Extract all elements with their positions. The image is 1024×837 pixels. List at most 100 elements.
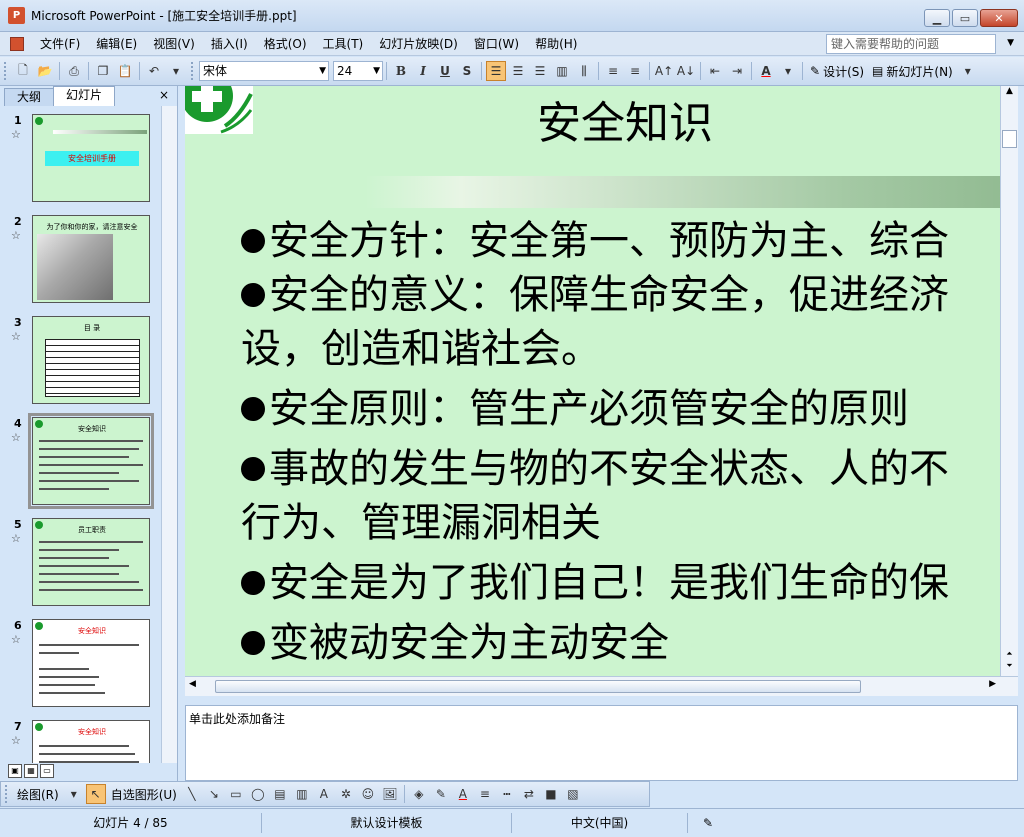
- bullets-icon[interactable]: ≡: [625, 61, 645, 81]
- autoshapes-menu[interactable]: 自选图形(U): [107, 786, 181, 803]
- thumbnail-scrollbar[interactable]: [161, 106, 177, 763]
- align-center-icon[interactable]: ☰: [508, 61, 528, 81]
- vertical-text-icon[interactable]: ⫼: [574, 61, 594, 81]
- slide-vertical-scrollbar[interactable]: ▲ ⏶ ⏷: [1000, 86, 1018, 676]
- rectangle-tool-icon[interactable]: ▭: [226, 784, 246, 804]
- maximize-button[interactable]: ▭: [952, 9, 978, 27]
- print-icon[interactable]: ⎙: [64, 61, 84, 81]
- undo-dropdown-icon[interactable]: ▾: [166, 61, 186, 81]
- decrease-indent-icon[interactable]: ⇤: [705, 61, 725, 81]
- tab-slides[interactable]: 幻灯片: [53, 86, 116, 106]
- clipart-icon[interactable]: ☺: [358, 784, 378, 804]
- line-color-icon[interactable]: ✎: [431, 784, 451, 804]
- draw-dropdown-icon[interactable]: ▾: [64, 784, 84, 804]
- menu-slideshow[interactable]: 幻灯片放映(D): [371, 34, 466, 54]
- notes-pane[interactable]: 单击此处添加备注: [185, 705, 1018, 781]
- arrow-tool-icon[interactable]: ↘: [204, 784, 224, 804]
- scroll-thumb[interactable]: [1002, 130, 1017, 148]
- increase-indent-icon[interactable]: ⇥: [727, 61, 747, 81]
- scroll-up-icon[interactable]: ▲: [1002, 86, 1017, 102]
- help-search-input[interactable]: 键入需要帮助的问题: [826, 34, 996, 54]
- new-slide-button[interactable]: ▤ 新幻灯片(N): [868, 63, 957, 80]
- toolbar-grip[interactable]: [191, 62, 195, 80]
- distribute-icon[interactable]: ▥: [552, 61, 572, 81]
- prev-next-slide-icon[interactable]: ⏶ ⏷: [1002, 648, 1017, 674]
- thumbnail-1[interactable]: 1 ☆ 安全培训手册: [0, 114, 162, 214]
- design-template[interactable]: 默认设计模板: [262, 813, 512, 833]
- line-tool-icon[interactable]: ╲: [182, 784, 202, 804]
- toolbar-options-icon[interactable]: ▾: [958, 61, 978, 81]
- 3d-style-icon[interactable]: ▧: [563, 784, 583, 804]
- thumbnail-4[interactable]: 4 ☆ 安全知识: [0, 413, 162, 517]
- thumbnail-5[interactable]: 5 ☆ 员工职责: [0, 518, 162, 618]
- scroll-right-icon[interactable]: ▶: [989, 679, 996, 689]
- tab-outline[interactable]: 大纲: [4, 88, 55, 106]
- menu-insert[interactable]: 插入(I): [203, 34, 256, 54]
- bullet-text: 安全是为了我们自己！是我们生命的保: [269, 560, 949, 606]
- menu-window[interactable]: 窗口(W): [466, 34, 527, 54]
- paste-icon[interactable]: 📋: [115, 61, 135, 81]
- scroll-left-icon[interactable]: ◀: [189, 679, 196, 689]
- thumbnail-3[interactable]: 3 ☆ 目 录: [0, 316, 162, 416]
- design-button[interactable]: ✎ 设计(S): [806, 63, 868, 80]
- spelling-icon[interactable]: ✎: [688, 813, 728, 833]
- slideshow-icon[interactable]: ▭: [40, 764, 54, 778]
- underline-button[interactable]: U: [435, 61, 455, 81]
- menu-edit[interactable]: 编辑(E): [88, 34, 145, 54]
- horizontal-scroll-thumb[interactable]: [215, 680, 861, 693]
- open-icon[interactable]: 📂: [35, 61, 55, 81]
- diagram-icon[interactable]: ✲: [336, 784, 356, 804]
- bold-button[interactable]: B: [391, 61, 411, 81]
- font-name-select[interactable]: 宋体 ▼: [199, 61, 329, 81]
- menu-view[interactable]: 视图(V): [145, 34, 203, 54]
- oval-tool-icon[interactable]: ◯: [248, 784, 268, 804]
- arrow-style-icon[interactable]: ⇄: [519, 784, 539, 804]
- toolbar-grip[interactable]: [5, 785, 9, 803]
- numbering-icon[interactable]: ≡: [603, 61, 623, 81]
- font-color-dropdown-icon[interactable]: ▾: [778, 61, 798, 81]
- copy-icon[interactable]: ❐: [93, 61, 113, 81]
- new-document-icon[interactable]: 🗋: [13, 61, 33, 81]
- thumbnail-2[interactable]: 2 ☆ 为了你和你的家，请注意安全: [0, 215, 162, 315]
- undo-icon[interactable]: ↶: [144, 61, 164, 81]
- vertical-textbox-icon[interactable]: ▥: [292, 784, 312, 804]
- menu-file[interactable]: 文件(F): [32, 34, 88, 54]
- slide-canvas[interactable]: 安全知识 安全方针：安全第一、预防为主、综合 安全的意义：保障生命安全，促进经济…: [185, 86, 1000, 676]
- increase-font-icon[interactable]: A↑: [654, 61, 674, 81]
- toolbar-grip[interactable]: [4, 62, 8, 80]
- shadow-button[interactable]: S: [457, 61, 477, 81]
- menu-help[interactable]: 帮助(H): [527, 34, 585, 54]
- align-right-icon[interactable]: ☰: [530, 61, 550, 81]
- menu-format[interactable]: 格式(O): [256, 34, 315, 54]
- slide-horizontal-scrollbar[interactable]: ◀ ▶: [185, 676, 1018, 696]
- thumbnail-6[interactable]: 6 ☆ 安全知识: [0, 619, 162, 719]
- slide-body-text[interactable]: 安全方针：安全第一、预防为主、综合 安全的意义：保障生命安全，促进经济 设，创造…: [241, 214, 1000, 670]
- picture-icon[interactable]: 🖼: [380, 784, 400, 804]
- wordart-icon[interactable]: A: [314, 784, 334, 804]
- decrease-font-icon[interactable]: A↓: [676, 61, 696, 81]
- font-color-icon[interactable]: A: [453, 784, 473, 804]
- menu-tools[interactable]: 工具(T): [315, 34, 372, 54]
- font-size-select[interactable]: 24 ▼: [333, 61, 383, 81]
- align-left-icon[interactable]: ☰: [486, 61, 506, 81]
- select-pointer-icon[interactable]: ↖: [85, 784, 106, 804]
- normal-view-icon[interactable]: ▣: [8, 764, 22, 778]
- textbox-tool-icon[interactable]: ▤: [270, 784, 290, 804]
- powerpoint-app-icon[interactable]: P: [8, 7, 25, 24]
- slide-sorter-icon[interactable]: ▦: [24, 764, 38, 778]
- dash-style-icon[interactable]: ┅: [497, 784, 517, 804]
- close-button[interactable]: ✕: [980, 9, 1018, 27]
- slide-title[interactable]: 安全知识: [385, 94, 865, 154]
- line-style-icon[interactable]: ≡: [475, 784, 495, 804]
- draw-menu[interactable]: 绘图(R): [13, 786, 63, 803]
- fill-color-icon[interactable]: ◈: [409, 784, 429, 804]
- italic-button[interactable]: I: [413, 61, 433, 81]
- close-icon[interactable]: ×: [159, 88, 169, 102]
- minimize-button[interactable]: ▁: [924, 9, 950, 27]
- thumbnail-7[interactable]: 7 ☆ 安全知识: [0, 720, 162, 763]
- thumbnail-list[interactable]: 1 ☆ 安全培训手册 2 ☆ 为了你和你的家，请注意安全 3 ☆ 目 录 4 ☆…: [0, 106, 162, 763]
- help-dropdown-icon[interactable]: ▼: [1007, 38, 1014, 48]
- shadow-style-icon[interactable]: ■: [541, 784, 561, 804]
- font-color-icon[interactable]: A: [756, 61, 776, 81]
- document-icon[interactable]: [10, 36, 24, 51]
